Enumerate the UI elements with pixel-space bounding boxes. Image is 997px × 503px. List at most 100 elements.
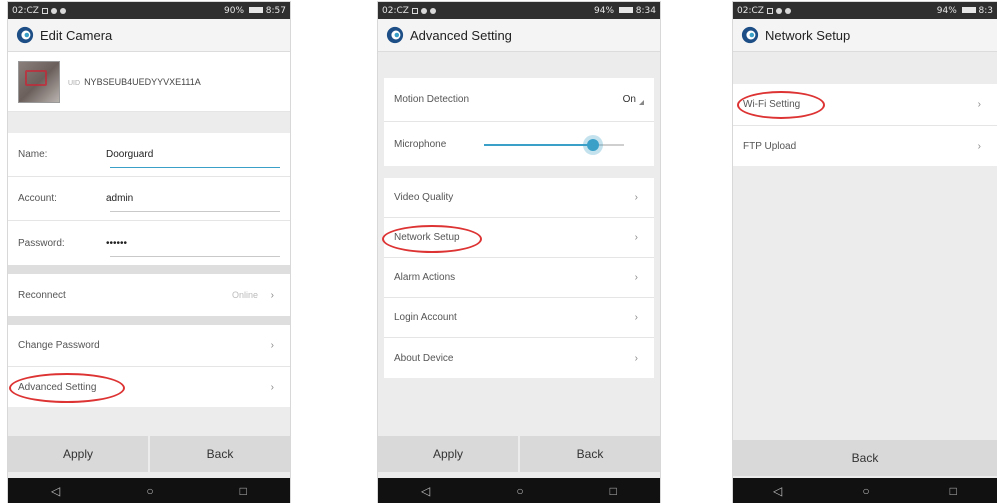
home-circle-icon[interactable]: ○ xyxy=(516,485,523,497)
camera-thumbnail xyxy=(18,60,60,103)
online-status: Online xyxy=(231,290,258,300)
chevron-right-icon: › xyxy=(270,340,274,351)
status-clock: 8:57 xyxy=(265,5,286,16)
status-time-left: 02:CZ xyxy=(12,5,39,16)
section-gap xyxy=(8,316,290,325)
chevron-right-icon: › xyxy=(634,232,638,243)
apply-button[interactable]: Apply xyxy=(378,436,518,472)
status-clock: 8:34 xyxy=(635,5,656,16)
settings-item[interactable]: Network Setup › xyxy=(384,218,654,258)
uid-prefix: UID xyxy=(68,79,81,87)
chevron-right-icon: › xyxy=(270,289,274,301)
microphone-label: Microphone xyxy=(394,138,447,150)
page-title: Network Setup xyxy=(765,27,851,43)
notification-icon xyxy=(41,7,48,14)
name-field-underline xyxy=(110,167,280,168)
account-label: Account: xyxy=(18,193,57,204)
battery-icon xyxy=(248,7,263,13)
notification-icon xyxy=(420,7,427,14)
settings-item-label: Alarm Actions xyxy=(394,272,456,283)
name-label: Name: xyxy=(18,149,48,160)
back-button[interactable]: Back xyxy=(148,436,290,472)
battery-icon xyxy=(618,7,633,13)
battery-percent: 94% xyxy=(594,5,615,16)
reconnect-row[interactable]: Reconnect Online › xyxy=(8,274,290,316)
password-field-underline xyxy=(110,256,280,257)
app-logo-icon xyxy=(16,26,34,44)
notification-icon xyxy=(784,7,791,14)
camera-uid-row: UID NYBSEUB4UEDYYVXE111A xyxy=(8,52,290,112)
notification-icon xyxy=(775,7,782,14)
app-bar: Network Setup xyxy=(733,19,997,52)
microphone-slider[interactable] xyxy=(484,139,624,151)
settings-item[interactable]: Video Quality › xyxy=(384,178,654,218)
page-title: Advanced Setting xyxy=(410,27,512,43)
notification-icon xyxy=(766,7,773,14)
chevron-right-icon: › xyxy=(977,140,981,152)
account-row: Account: admin xyxy=(8,177,290,221)
settings-item-label: Network Setup xyxy=(394,232,460,243)
settings-item-label: Login Account xyxy=(394,312,457,323)
password-field[interactable]: •••••• xyxy=(106,238,127,249)
recents-square-icon[interactable]: □ xyxy=(950,485,957,497)
back-triangle-icon[interactable]: ◁ xyxy=(421,485,430,497)
system-nav-bar: ◁ ○ □ xyxy=(8,478,290,503)
app-bar: Edit Camera xyxy=(8,19,290,52)
name-field[interactable]: Doorguard xyxy=(106,149,153,160)
action-bar: Back xyxy=(733,440,997,476)
advanced-setting-row[interactable]: Advanced Setting › xyxy=(8,367,290,407)
chevron-right-icon: › xyxy=(977,99,981,110)
page-title: Edit Camera xyxy=(40,27,113,43)
notification-icon xyxy=(411,7,418,14)
advanced-setting-screen: 02:CZ 94% 8:34 Advanced Setting Motion D… xyxy=(378,2,660,503)
back-button[interactable]: Back xyxy=(518,436,660,472)
action-bar: Apply Back xyxy=(8,436,290,472)
settings-item[interactable]: Login Account › xyxy=(384,298,654,338)
password-label: Password: xyxy=(18,237,65,249)
status-bar: 02:CZ 94% 8:34 xyxy=(378,2,660,19)
back-triangle-icon[interactable]: ◁ xyxy=(51,485,60,497)
microphone-slider-knob[interactable] xyxy=(587,139,600,151)
home-circle-icon[interactable]: ○ xyxy=(146,485,153,497)
status-bar: 02:CZ 90% 8:57 xyxy=(8,2,290,19)
chevron-right-icon: › xyxy=(634,272,638,283)
advanced-setting-label: Advanced Setting xyxy=(18,381,97,393)
reconnect-label: Reconnect xyxy=(18,289,66,301)
back-triangle-icon[interactable]: ◁ xyxy=(773,485,782,497)
status-time-left: 02:CZ xyxy=(737,5,764,16)
chevron-right-icon: › xyxy=(634,192,638,203)
battery-percent: 90% xyxy=(224,5,245,16)
settings-item[interactable]: About Device › xyxy=(384,338,654,378)
microphone-row: Microphone xyxy=(384,122,654,166)
change-password-label: Change Password xyxy=(18,340,100,351)
battery-icon xyxy=(961,7,976,13)
camera-uid: NYBSEUB4UEDYYVXE111A xyxy=(84,76,201,87)
battery-percent: 94% xyxy=(936,5,957,16)
recents-square-icon[interactable]: □ xyxy=(240,485,247,497)
chevron-right-icon: › xyxy=(270,381,274,393)
apply-button[interactable]: Apply xyxy=(8,436,148,472)
account-field-underline xyxy=(110,211,280,212)
notification-icon xyxy=(429,7,436,14)
password-row: Password: •••••• xyxy=(8,221,290,265)
settings-item[interactable]: Wi-Fi Setting › xyxy=(733,84,997,126)
status-bar: 02:CZ 94% 8:3 xyxy=(733,2,997,19)
settings-item-label: FTP Upload xyxy=(743,140,797,152)
home-circle-icon[interactable]: ○ xyxy=(862,485,869,497)
motion-detection-toggle[interactable]: On xyxy=(623,94,645,105)
change-password-row[interactable]: Change Password › xyxy=(8,325,290,367)
recents-square-icon[interactable]: □ xyxy=(610,485,617,497)
chevron-right-icon: › xyxy=(634,352,638,364)
network-setup-screen: 02:CZ 94% 8:3 Network Setup Wi-Fi Settin… xyxy=(733,2,997,503)
settings-item[interactable]: FTP Upload › xyxy=(733,126,997,166)
edit-camera-screen: 02:CZ 90% 8:57 Edit Camera UID NYBSEUB4UE… xyxy=(8,2,290,503)
name-row: Name: Doorguard xyxy=(8,133,290,177)
account-field[interactable]: admin xyxy=(106,193,133,204)
settings-item-label: About Device xyxy=(394,352,454,364)
system-nav-bar: ◁ ○ □ xyxy=(733,478,997,503)
back-button[interactable]: Back xyxy=(733,440,997,476)
notification-icon xyxy=(59,7,66,14)
chevron-right-icon: › xyxy=(634,312,638,323)
settings-item-label: Video Quality xyxy=(394,192,454,203)
settings-item[interactable]: Alarm Actions › xyxy=(384,258,654,298)
